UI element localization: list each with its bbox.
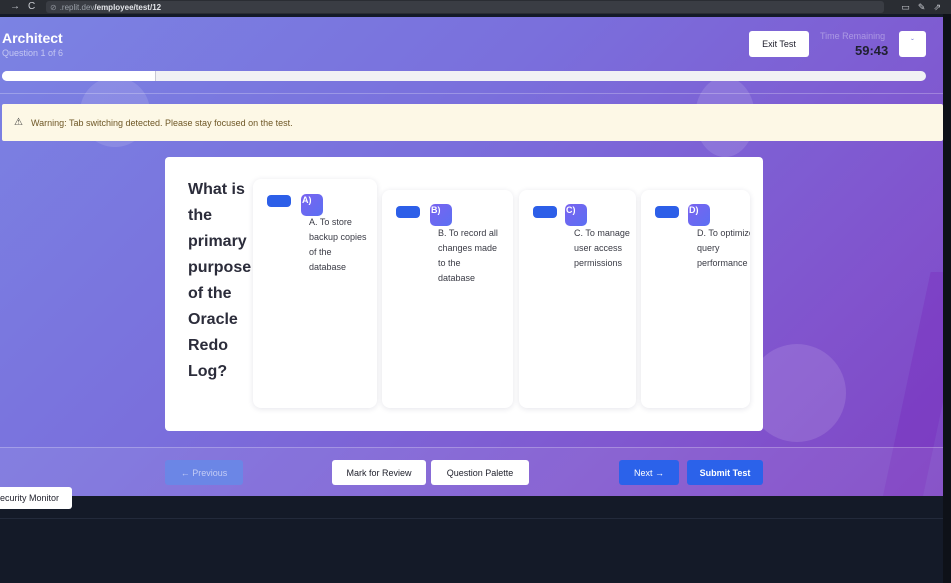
time-remaining-label: Time Remaining	[820, 31, 886, 41]
url-host: .replit.dev	[59, 2, 95, 12]
mark-for-review-button[interactable]: Mark for Review	[332, 460, 426, 485]
question-counter: Question 1 of 6	[2, 48, 64, 58]
progress-fill	[2, 71, 157, 81]
menu-toggle-button[interactable]: ˇ	[899, 31, 926, 57]
test-app: Architect Question 1 of 6 Exit Test Time…	[0, 17, 943, 496]
question-palette-button[interactable]: Question Palette	[431, 460, 529, 485]
security-monitor-button[interactable]: Security Monitor	[0, 487, 72, 509]
window-edge	[943, 14, 951, 583]
wrench-icon[interactable]: ✎	[918, 0, 926, 14]
option-a[interactable]: A) A. To store backup copies of the data…	[253, 179, 377, 408]
page-background	[0, 496, 943, 583]
option-radio[interactable]	[533, 206, 557, 218]
devices-icon[interactable]: ▭	[901, 0, 910, 14]
exit-test-button[interactable]: Exit Test	[749, 31, 809, 57]
address-bar[interactable]: ⊘ .replit.dev /employee/test/12	[46, 1, 884, 13]
browser-toolbar: → C ⊘ .replit.dev /employee/test/12 ▭ ✎ …	[0, 0, 951, 14]
reload-icon[interactable]: C	[28, 0, 35, 14]
option-c[interactable]: C) C. To manage user access permissions	[519, 190, 636, 408]
option-b[interactable]: B) B. To record all changes made to the …	[382, 190, 513, 408]
tab-switch-warning: ⚠ Warning: Tab switching detected. Pleas…	[2, 104, 943, 141]
option-text: D. To optimize query performance	[697, 228, 750, 268]
chevron-down-icon: ˇ	[911, 38, 914, 47]
test-title: Architect	[2, 30, 63, 46]
option-badge: C)	[565, 204, 587, 226]
progress-bar	[2, 71, 926, 81]
option-badge: B)	[430, 204, 452, 226]
option-radio[interactable]	[396, 206, 420, 218]
warning-icon: ⚠	[14, 117, 23, 128]
option-d[interactable]: D) D. To optimize query performance	[641, 190, 750, 408]
option-badge: A)	[301, 194, 323, 216]
previous-button[interactable]: ← Previous	[165, 460, 243, 485]
option-text: C. To manage user access permissions	[574, 228, 630, 268]
question-text: What is the primary purpose of the Oracl…	[188, 181, 252, 380]
option-text: B. To record all changes made to the dat…	[438, 228, 498, 283]
security-monitor-label: Security Monitor	[0, 493, 60, 503]
open-external-icon[interactable]: ⇗	[933, 0, 941, 14]
link-icon: ⊘	[50, 2, 57, 12]
navigation-footer: ← Previous Mark for Review Question Pale…	[0, 447, 943, 496]
url-path: /employee/test/12	[94, 2, 162, 12]
option-radio[interactable]	[267, 195, 291, 207]
time-remaining-value: 59:43	[855, 43, 889, 58]
option-badge: D)	[688, 204, 710, 226]
next-button[interactable]: Next →	[619, 460, 679, 485]
test-header: Architect Question 1 of 6 Exit Test Time…	[0, 17, 943, 72]
forward-arrow-icon[interactable]: →	[10, 0, 20, 14]
warning-text: Warning: Tab switching detected. Please …	[30, 117, 293, 128]
option-radio[interactable]	[655, 206, 679, 218]
option-text: A. To store backup copies of the databas…	[309, 217, 367, 272]
question-card: What is the primary purpose of the Oracl…	[165, 157, 763, 431]
submit-test-button[interactable]: Submit Test	[687, 460, 763, 485]
